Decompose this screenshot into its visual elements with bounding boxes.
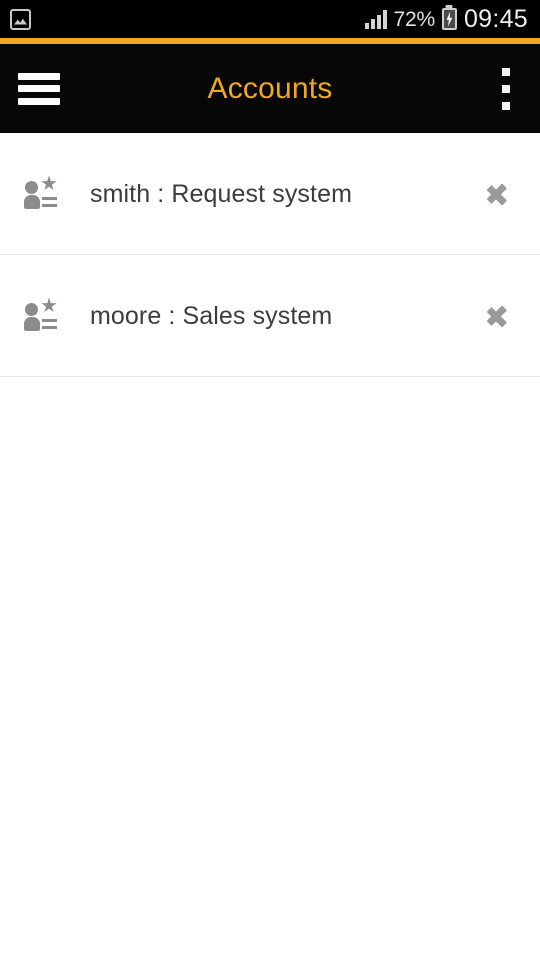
status-bar-right: 72% 09:45 xyxy=(364,4,529,33)
contact-star-icon xyxy=(24,297,64,335)
battery-percent-label: 72% xyxy=(393,7,436,31)
image-icon xyxy=(10,8,31,30)
empty-content-area xyxy=(0,377,540,960)
battery-charging-icon xyxy=(441,8,457,30)
list-item[interactable]: moore : Sales system xyxy=(0,255,540,377)
status-bar: 72% 09:45 xyxy=(0,0,540,38)
app-bar: Accounts xyxy=(0,44,540,133)
status-bar-clock: 09:45 xyxy=(463,4,528,33)
overflow-menu-icon[interactable] xyxy=(494,67,518,110)
page-title: Accounts xyxy=(207,71,333,105)
chevron-right-icon[interactable] xyxy=(486,174,512,214)
list-item[interactable]: smith : Request system xyxy=(0,133,540,255)
contact-star-icon xyxy=(24,175,64,213)
status-bar-left xyxy=(10,8,31,30)
list-item-label: moore : Sales system xyxy=(90,301,333,330)
chevron-right-icon[interactable] xyxy=(486,296,512,336)
app-screen: 72% 09:45 Accounts smith : Request syste… xyxy=(0,0,540,960)
accounts-list: smith : Request system moore : Sales sys… xyxy=(0,133,540,377)
list-item-label: smith : Request system xyxy=(90,179,353,208)
hamburger-menu-icon[interactable] xyxy=(18,72,60,105)
signal-bars-icon xyxy=(364,9,387,29)
